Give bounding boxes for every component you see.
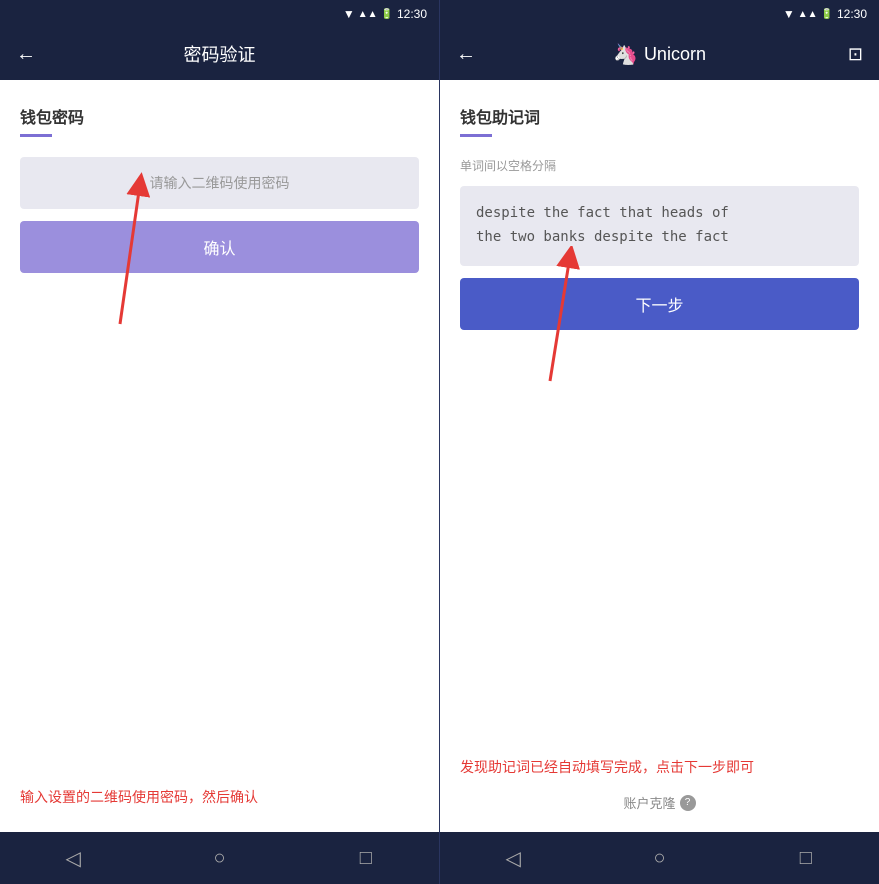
account-clone-label: 账户克隆 (623, 793, 675, 812)
wifi-icon: ▲▲ (358, 9, 378, 20)
nav-back-left[interactable]: ◁ (53, 838, 93, 878)
arrow-svg-right (490, 246, 610, 386)
annotation-text-left: 输入设置的二维码使用密码，然后确认 (20, 786, 419, 808)
status-bar-right: ▼ ▲▲ 🔋 12:30 (440, 0, 879, 28)
signal-icon: ▼ (343, 7, 355, 21)
help-icon[interactable]: ? (680, 795, 696, 811)
nav-bar-right: ◁ ○ □ (440, 832, 879, 884)
left-phone-screen: ▼ ▲▲ 🔋 12:30 ← 密码验证 钱包密码 请输入二维码使用密码 确认 (0, 0, 439, 884)
status-time-right: 12:30 (837, 7, 867, 21)
unicorn-icon: 🦄 (613, 42, 638, 67)
nav-home-right[interactable]: ○ (639, 838, 679, 878)
status-icons-right: ▼ ▲▲ 🔋 (783, 7, 833, 21)
signal-icon-right: ▼ (783, 7, 795, 21)
annotation-container-left: 输入设置的二维码使用密码，然后确认 (20, 289, 419, 808)
right-phone-screen: ▼ ▲▲ 🔋 12:30 ← 🦄 Unicorn ⊡ 钱包助记词 单词间以空格分… (440, 0, 879, 884)
app-header-left: ← 密码验证 (0, 28, 439, 80)
title-underline-right (460, 134, 492, 137)
content-card-left: 钱包密码 请输入二维码使用密码 确认 输入设置的二维码使用密码，然后确认 (0, 80, 439, 832)
annotation-container-right: 发现助记词已经自动填写完成，点击下一步即可 (460, 346, 859, 808)
title-underline-left (20, 134, 52, 137)
app-header-right: ← 🦄 Unicorn ⊡ (440, 28, 879, 80)
nav-bar-left: ◁ ○ □ (0, 832, 439, 884)
battery-icon: 🔋 (381, 9, 393, 20)
annotation-text-right: 发现助记词已经自动填写完成，点击下一步即可 (460, 756, 859, 778)
header-logo: 🦄 Unicorn (613, 42, 706, 67)
status-bar-content-right: ▼ ▲▲ 🔋 12:30 (783, 7, 867, 21)
account-clone[interactable]: 账户克隆 ? (623, 793, 695, 812)
content-card-right: 钱包助记词 单词间以空格分隔 despite the fact that hea… (440, 80, 879, 832)
nav-home-left[interactable]: ○ (199, 838, 239, 878)
back-button-right[interactable]: ← (456, 43, 476, 66)
status-bar-content-left: ▼ ▲▲ 🔋 12:30 (343, 7, 427, 21)
section-title-left: 钱包密码 (20, 104, 419, 128)
fullscreen-button[interactable]: ⊡ (848, 44, 863, 65)
wifi-icon-right: ▲▲ (798, 9, 818, 20)
arrow-svg-left (60, 169, 180, 329)
status-bar-left: ▼ ▲▲ 🔋 12:30 (0, 0, 439, 28)
status-icons-left: ▼ ▲▲ 🔋 (343, 7, 393, 21)
page-title-left: 密码验证 (184, 41, 256, 67)
nav-back-right[interactable]: ◁ (493, 838, 533, 878)
mnemonic-subtitle: 单词间以空格分隔 (460, 157, 859, 174)
nav-recent-right[interactable]: □ (786, 838, 826, 878)
battery-icon-right: 🔋 (821, 9, 833, 20)
page-title-right: Unicorn (644, 44, 706, 65)
nav-recent-left[interactable]: □ (346, 838, 386, 878)
status-time-left: 12:30 (397, 7, 427, 21)
back-button-left[interactable]: ← (16, 43, 36, 66)
section-title-right: 钱包助记词 (460, 104, 859, 128)
